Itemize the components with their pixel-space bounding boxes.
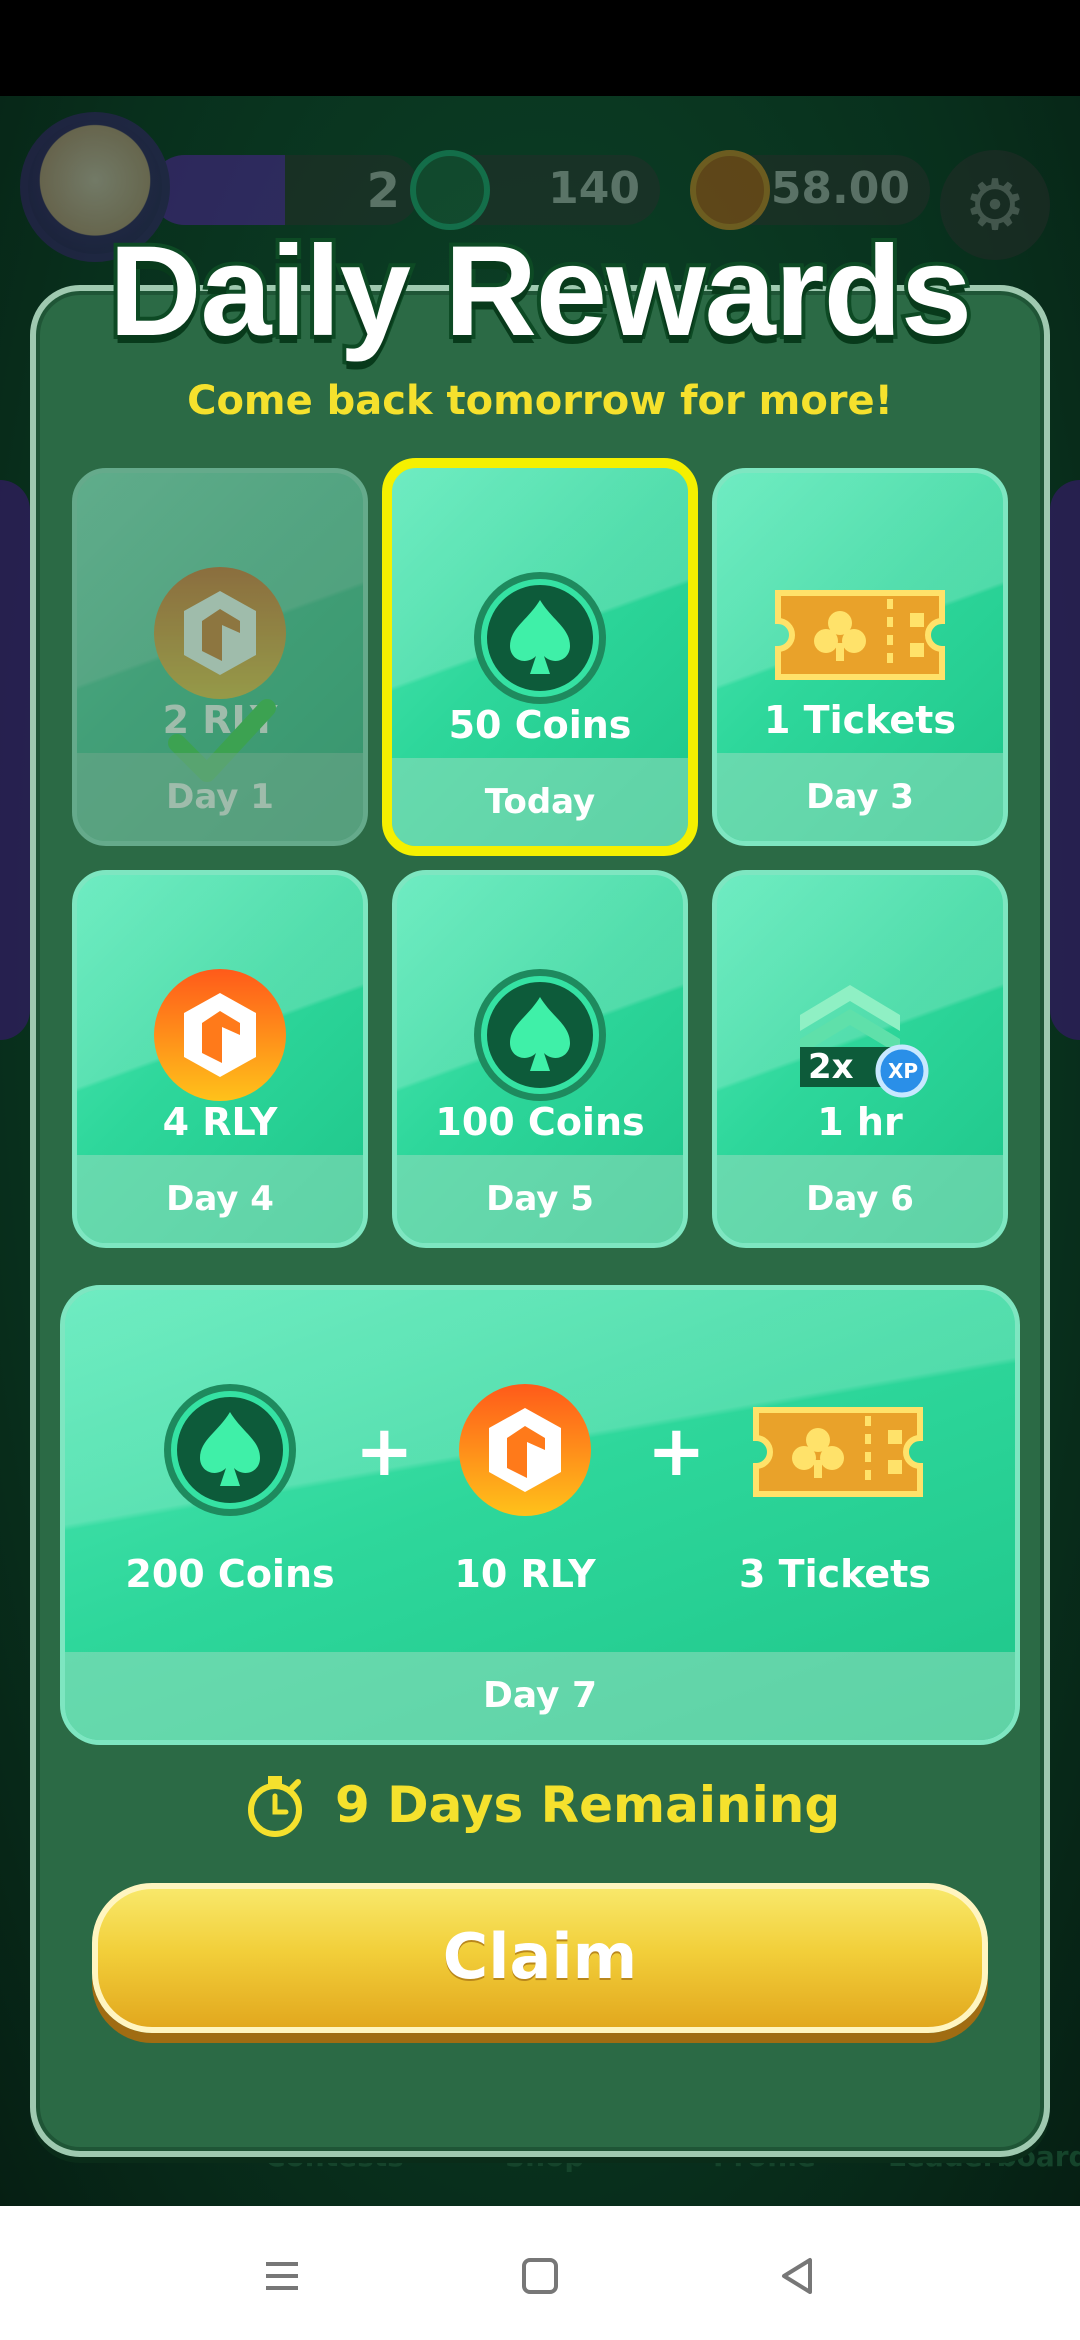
day-value: 1 hr — [817, 1100, 903, 1144]
spade-coin-icon — [470, 568, 610, 708]
level-pill: 2 — [150, 155, 420, 225]
xp-boost-icon: 2x XP — [790, 965, 930, 1105]
day-label: Day 3 — [717, 753, 1003, 841]
rly-icon — [150, 965, 290, 1105]
background-panel-left — [0, 480, 30, 1040]
day7-coins-value: 200 Coins — [125, 1552, 335, 1596]
day7-rly-value: 10 RLY — [454, 1552, 596, 1596]
spade-coin-icon — [470, 965, 610, 1105]
day-label: Day 5 — [397, 1155, 683, 1243]
days-remaining: 9 Days Remaining — [0, 1770, 1080, 1850]
modal-title: Daily Rewards — [105, 216, 976, 367]
background-panel-right — [1050, 480, 1080, 1040]
ticket-icon — [748, 1380, 928, 1520]
day-value: 4 RLY — [162, 1100, 278, 1144]
modal-subtitle: Come back tomorrow for more! — [187, 378, 893, 424]
day7-tickets-value: 3 Tickets — [739, 1552, 931, 1596]
coins-value: 140 — [548, 163, 640, 214]
spade-coin-icon — [160, 1380, 300, 1520]
day-label: Today — [392, 758, 688, 846]
ticket-icon — [770, 563, 950, 703]
day-card-today[interactable]: 50 Coins Today — [382, 458, 698, 856]
rly-icon — [150, 563, 290, 703]
plus-icon: + — [647, 1410, 706, 1492]
rly-icon — [455, 1380, 595, 1520]
plus-icon: + — [355, 1410, 414, 1492]
xp-badge-label: XP — [888, 1059, 919, 1083]
menu-icon[interactable] — [252, 2246, 312, 2306]
back-icon[interactable] — [768, 2246, 828, 2306]
day-label: Day 4 — [77, 1155, 363, 1243]
stopwatch-icon — [247, 1776, 302, 1837]
day-card-6[interactable]: 2x XP 1 hr Day 6 — [712, 870, 1008, 1248]
status-bar — [0, 0, 1080, 96]
xp-multiplier: 2x — [808, 1047, 854, 1087]
day-value: 50 Coins — [448, 703, 632, 747]
rly-balance: 58.00 — [690, 150, 930, 230]
day-label: Day 1 — [77, 753, 363, 841]
day-label: Day 6 — [717, 1155, 1003, 1243]
system-nav-bar — [0, 2206, 1080, 2340]
days-remaining-text: 9 Days Remaining — [334, 1776, 841, 1834]
day-card-1: 2 RLY Day 1 — [72, 468, 368, 846]
home-icon[interactable] — [510, 2246, 570, 2306]
claim-button[interactable]: Claim — [92, 1883, 988, 2033]
day-label: Day 7 — [65, 1652, 1015, 1740]
rly-value: 58.00 — [770, 163, 910, 214]
coins-balance: 140 — [410, 150, 660, 230]
day-value: 100 Coins — [435, 1100, 645, 1144]
day-card-3[interactable]: 1 Tickets Day 3 — [712, 468, 1008, 846]
level-value: 2 — [366, 163, 400, 219]
day-value: 1 Tickets — [764, 698, 956, 742]
day-card-4[interactable]: 4 RLY Day 4 — [72, 870, 368, 1248]
day-card-7[interactable]: + + 200 Coins 10 RLY 3 Tickets Day 7 — [60, 1285, 1020, 1745]
day-card-5[interactable]: 100 Coins Day 5 — [392, 870, 688, 1248]
